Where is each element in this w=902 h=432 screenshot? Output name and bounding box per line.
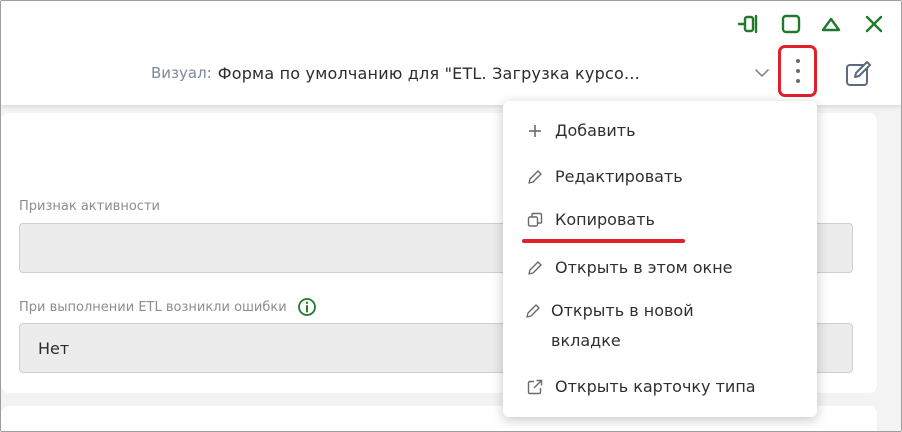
plus-icon <box>525 116 545 146</box>
edit-form-button[interactable] <box>844 58 874 88</box>
collapse-icon[interactable] <box>819 12 843 36</box>
highlight-underline <box>522 239 685 243</box>
pencil-icon <box>525 253 545 283</box>
field-label-text: При выполнении ETL возникли ошибки <box>19 299 287 315</box>
menu-item-label: Редактировать <box>555 167 683 186</box>
kebab-dot <box>796 69 800 73</box>
etl-errors-field-value: Нет <box>38 338 70 358</box>
pin-icon[interactable] <box>736 12 760 36</box>
menu-item-label: Открыть в этом окне <box>555 258 733 277</box>
field-label-text: Признак активности <box>19 199 160 214</box>
maximize-icon[interactable] <box>779 12 803 36</box>
field-label-etl-errors: При выполнении ETL возникли ошибки <box>19 297 317 317</box>
kebab-dot <box>796 59 800 63</box>
chevron-down-icon[interactable] <box>753 65 771 81</box>
context-menu: Добавить Редактировать Копировать Открыт… <box>503 101 817 417</box>
window-frame: Визуал: Форма по умолчанию для "ETL. Заг… <box>0 0 902 432</box>
kebab-dot <box>796 79 800 83</box>
menu-item-copy[interactable]: Копировать <box>525 205 807 235</box>
menu-item-label: Добавить <box>555 121 636 140</box>
menu-item-edit[interactable]: Редактировать <box>525 162 807 192</box>
copy-icon <box>525 205 545 235</box>
external-link-icon <box>525 372 545 402</box>
pencil-icon <box>525 162 545 192</box>
info-icon[interactable] <box>297 297 317 317</box>
menu-item-label: Открыть в новой вкладке <box>551 301 694 350</box>
field-label-active: Признак активности <box>19 199 160 214</box>
visual-label: Визуал: <box>151 64 212 82</box>
menu-item-add[interactable]: Добавить <box>525 116 807 146</box>
header-bar: Визуал: Форма по умолчанию для "ETL. Заг… <box>1 1 901 105</box>
edit-icon <box>846 61 871 86</box>
menu-item-open-type-card[interactable]: Открыть карточку типа <box>525 372 807 402</box>
menu-item-open-here[interactable]: Открыть в этом окне <box>525 253 807 283</box>
menu-item-label: Открыть карточку типа <box>555 377 756 396</box>
more-options-button[interactable] <box>778 45 817 97</box>
menu-item-label: Копировать <box>555 210 655 229</box>
menu-item-open-new-tab[interactable]: Открыть в новой вкладке <box>525 296 725 356</box>
pencil-icon <box>525 296 541 326</box>
visual-value: Форма по умолчанию для "ETL. Загрузка ку… <box>217 63 641 83</box>
close-icon[interactable] <box>862 12 886 36</box>
visual-selector[interactable]: Визуал: Форма по умолчанию для "ETL. Заг… <box>151 61 640 85</box>
